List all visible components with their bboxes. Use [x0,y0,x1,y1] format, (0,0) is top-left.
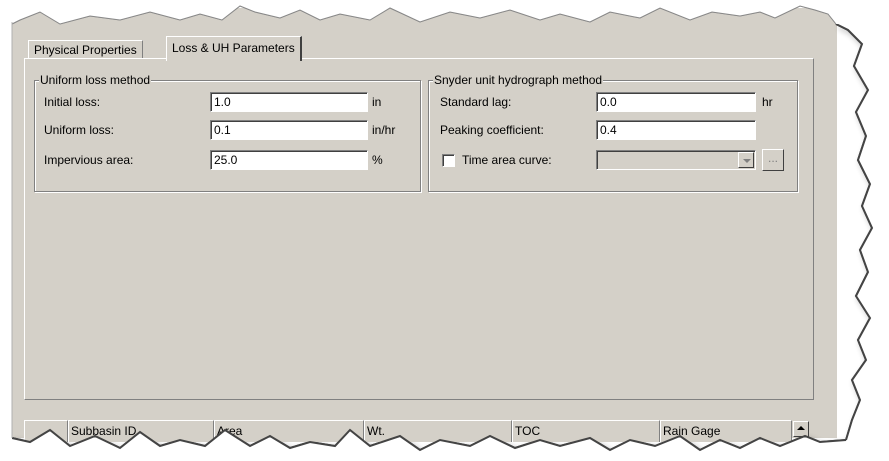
screenshot-frame: Physical Properties Loss & UH Parameters… [0,0,889,461]
torn-edge-overlay [0,0,889,461]
tab-loss-uh-parameters[interactable]: Loss & UH Parameters [166,36,302,61]
